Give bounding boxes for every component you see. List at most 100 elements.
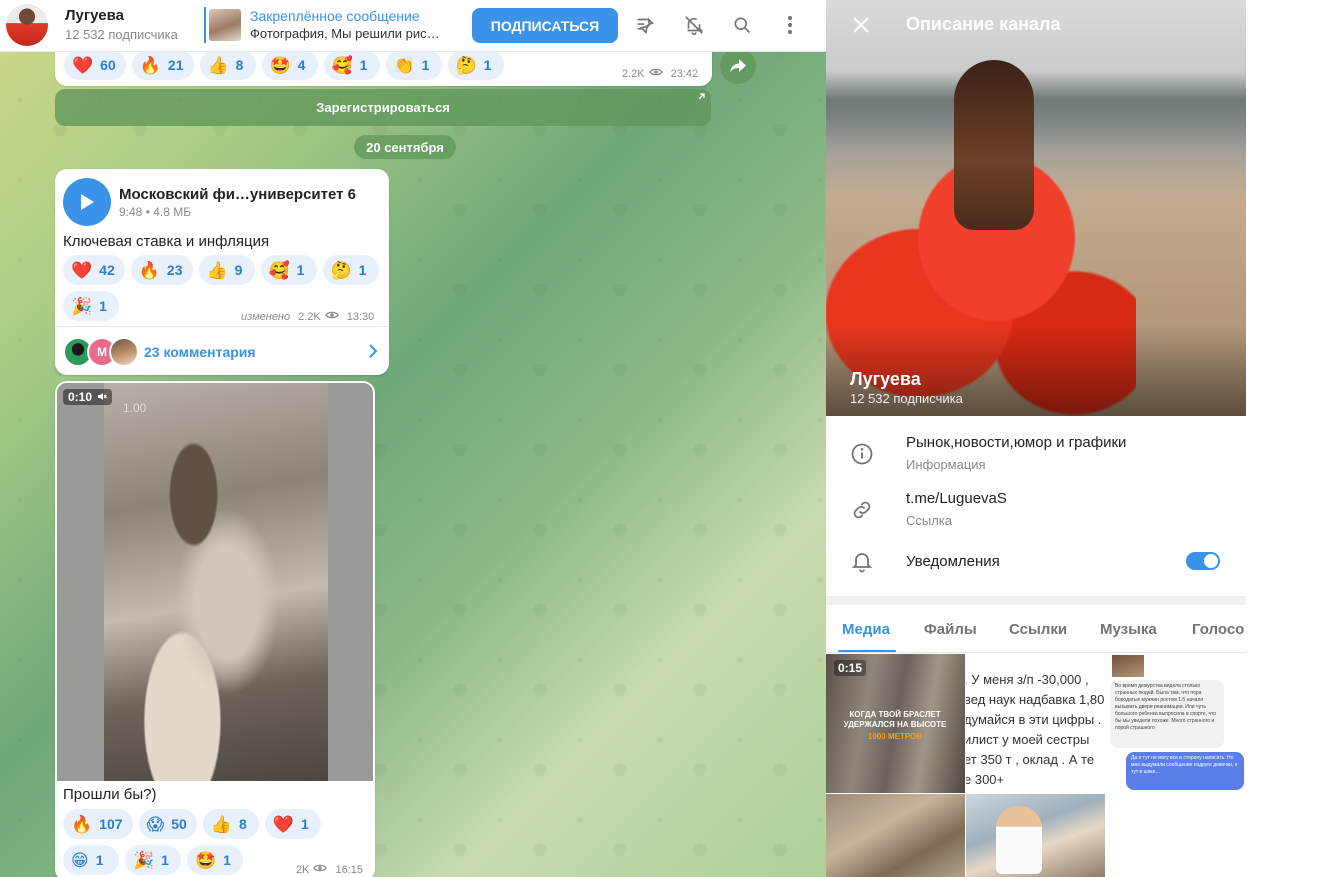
tab-music[interactable]: Музыка [1100, 621, 1157, 638]
media-item[interactable] [826, 794, 965, 877]
reaction-chip[interactable]: 👍 8 [199, 50, 256, 80]
audio-title: Московский фи…университет 6 [119, 186, 356, 203]
reaction-chip[interactable]: 🔥 23 [130, 255, 193, 285]
link-icon [853, 501, 871, 519]
reaction-emoji: 👍 [210, 814, 233, 834]
reaction-count: 1 [95, 852, 104, 868]
comments-divider [55, 326, 389, 327]
register-button[interactable]: Зарегистрироваться [55, 89, 711, 126]
muted-icon [98, 393, 108, 400]
reaction-chip[interactable]: ❤️ 60 [64, 50, 126, 80]
reaction-emoji: 👍 [207, 55, 229, 75]
reaction-count: 1 [223, 852, 231, 868]
reaction-chip[interactable]: 🔥 107 [63, 809, 133, 839]
tab-links[interactable]: Ссылки [1009, 621, 1067, 638]
reaction-chip[interactable]: 😱 50 [138, 809, 197, 839]
reaction-chip[interactable]: 🤔 1 [447, 50, 504, 80]
channel-info-panel: Описание канала Лугуева 12 532 подписчик… [826, 0, 1246, 877]
reaction-chip[interactable]: 👍 9 [198, 255, 255, 285]
video-speed-watermark: 1.00 [123, 401, 147, 415]
audio-meta: 9:48 • 4.8 MБ [119, 205, 192, 219]
reaction-chip[interactable]: 👍 8 [202, 809, 259, 839]
reaction-count: 1 [358, 262, 367, 278]
media-chat-received: Во время дежурства видела столько странн… [1110, 680, 1224, 748]
channel-info-list: Рынок,новости,юмор и графики Информация … [826, 416, 1246, 596]
reaction-chip[interactable]: 🎉 1 [125, 845, 181, 875]
message-bubble[interactable]: Московский фи…университет 6 9:48 • 4.8 M… [55, 169, 389, 375]
reaction-emoji: 🎉 [71, 296, 93, 316]
reaction-chip[interactable]: 🎉 1 [63, 291, 119, 321]
play-button[interactable] [63, 178, 111, 226]
reaction-count: 9 [234, 262, 243, 278]
view-count: 2.2K [298, 310, 321, 323]
channel-avatar[interactable] [6, 4, 48, 46]
reaction-count: 50 [171, 816, 187, 832]
view-count: 2.2K [622, 67, 645, 80]
reaction-chip[interactable]: 🔥 21 [131, 50, 194, 80]
reaction-emoji: 🥰 [268, 260, 290, 280]
reaction-chip[interactable]: 🥰 1 [260, 255, 317, 285]
reaction-emoji: 🔥 [71, 814, 93, 834]
media-item[interactable]: 0:15 КОГДА ТВОЙ БРАСЛЕТ УДЕРЖАЛСЯ НА ВЫС… [826, 654, 965, 793]
media-item[interactable] [966, 794, 1105, 877]
share-button[interactable] [720, 48, 756, 84]
search-icon[interactable] [729, 12, 755, 38]
chat-header: Лугуева 12 532 подписчика Закреплённое с… [0, 0, 826, 52]
reaction-emoji: 🔥 [138, 260, 160, 280]
register-button-label: Зарегистрироваться [316, 100, 450, 115]
tab-media[interactable]: Медиа [842, 621, 890, 638]
reaction-count: 42 [99, 262, 115, 278]
video-player[interactable]: 0:10 1.00 [57, 383, 373, 781]
eye-icon [325, 310, 339, 323]
mute-icon[interactable] [681, 12, 707, 38]
close-icon[interactable] [850, 14, 872, 36]
channel-cover-photo[interactable]: Описание канала Лугуева 12 532 подписчик… [826, 0, 1246, 416]
notifications-label: Уведомления [906, 553, 1000, 570]
telegram-window: Лугуева 12 532 подписчика Закреплённое с… [0, 0, 1317, 877]
more-menu-icon[interactable] [777, 12, 803, 38]
media-item[interactable]: . У меня з/п -30,000 , вед наук надбавка… [966, 654, 1105, 793]
video-duration: 0:10 [63, 389, 113, 405]
reaction-emoji: 🤔 [330, 260, 352, 280]
message-meta: 2.2K 23:42 [622, 67, 698, 80]
reaction-chip[interactable]: 🤩 4 [261, 50, 318, 80]
reaction-emoji: ❤️ [71, 260, 93, 280]
media-video-caption: КОГДА ТВОЙ БРАСЛЕТ УДЕРЖАЛСЯ НА ВЫСОТЕ [843, 710, 947, 730]
link-caption: Ссылка [906, 513, 953, 528]
reaction-chip[interactable]: 🤩 1 [187, 845, 243, 875]
cover-figure-hair [954, 60, 1034, 230]
reaction-count: 1 [421, 57, 430, 73]
reaction-chip[interactable]: 🥰 1 [323, 50, 380, 80]
eye-icon [313, 863, 328, 876]
commenter-avatar [109, 337, 139, 367]
reaction-count: 1 [99, 298, 107, 314]
external-link-icon [698, 93, 705, 100]
subscribe-button[interactable]: ПОДПИСАТЬСЯ [472, 8, 618, 43]
subscriber-count: 12 532 подписчика [65, 27, 178, 42]
reaction-count: 8 [239, 816, 247, 832]
share-arrow-icon [730, 59, 746, 73]
notifications-toggle[interactable] [1186, 552, 1220, 570]
tab-files[interactable]: Файлы [924, 621, 977, 638]
view-count: 2K [296, 863, 310, 876]
reaction-chip[interactable]: ❤️ 1 [264, 809, 321, 839]
eye-icon [648, 67, 663, 80]
media-video-caption-2: 1000 МЕТРОВ [867, 732, 923, 741]
media-item[interactable]: Во время дежурства видела столько странн… [1106, 654, 1246, 793]
reaction-chip[interactable]: 👏 1 [385, 50, 442, 80]
reaction-count: 1 [483, 57, 492, 73]
play-icon [81, 194, 94, 210]
tab-voice[interactable]: Голосо [1192, 621, 1244, 638]
reaction-chip[interactable]: ❤️ 42 [63, 255, 125, 285]
message-bubble[interactable]: 0:10 1.00 Прошли бы?) 🔥 107 😱 50 👍 8 ❤️ 1 😁 1 🎉 1 🤩 1… [55, 381, 375, 877]
media-item[interactable] [1106, 794, 1246, 877]
reaction-chip[interactable]: 🤔 1 [322, 255, 379, 285]
chevron-right-icon [369, 344, 378, 358]
chat-area[interactable]: Лугуева 12 532 подписчика Закреплённое с… [0, 0, 826, 877]
info-icon [851, 443, 873, 465]
reaction-chip[interactable]: 😁 1 [63, 845, 119, 875]
unpin-icon[interactable] [632, 12, 658, 38]
media-video-duration: 0:15 [834, 660, 867, 676]
reaction-count: 23 [166, 262, 183, 278]
channel-name[interactable]: Лугуева [65, 7, 124, 24]
